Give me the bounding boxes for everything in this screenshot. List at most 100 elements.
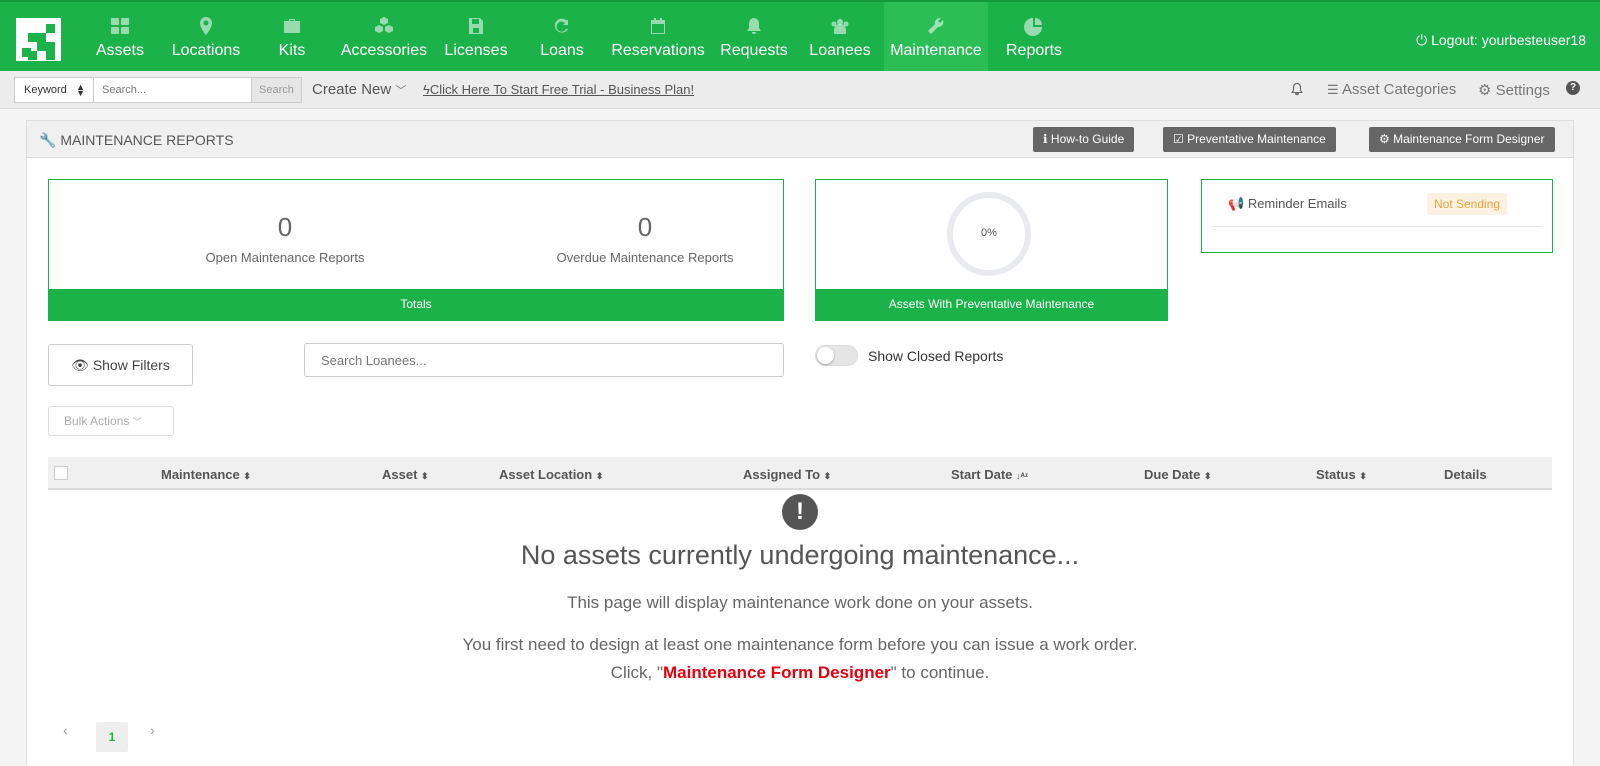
sort-alpha-icon: ↓ᴬᶻ [1016,471,1029,481]
show-filters-button[interactable]: 👁 Show Filters [48,344,193,386]
column-header-due-date[interactable]: Due Date ⬍ [1144,467,1212,482]
column-header-start-date[interactable]: Start Date ↓ᴬᶻ [951,467,1028,482]
gears-icon: ⚙ [1478,82,1492,99]
page-title: 🔧 MAINTENANCE REPORTS [39,132,234,149]
column-label: Start Date [951,467,1013,482]
column-label: Maintenance [161,467,240,482]
bolt-icon: ϟ [423,82,430,97]
calendar-check-icon: ☑ [1173,132,1188,146]
open-count: 0 [277,212,293,242]
empty-state-title: No assets currently undergoing maintenan… [520,540,1080,570]
empty-state-line3: Click, "Maintenance Form Designer" to co… [0,663,1600,683]
overdue-label: Overdue Maintenance Reports [556,250,734,265]
show-closed-toggle[interactable] [815,345,858,366]
asset-categories-label: Asset Categories [1342,81,1457,98]
power-icon: ⏻ [1416,32,1432,48]
top-navbar: Assets Locations Kits Accessories Licens… [0,0,1600,71]
column-label: Asset [382,467,418,482]
nav-licenses[interactable]: Licenses [444,2,508,71]
search-type-select[interactable]: Keyword ▲ ▼ [14,77,94,103]
briefcase-icon [272,16,312,38]
settings-label: Settings [1495,82,1550,99]
line3-prefix: Click, " [610,663,663,682]
search-loanees-input[interactable] [304,343,784,377]
nav-reservations[interactable]: Reservations [610,2,706,71]
create-new-dropdown[interactable]: Create New ﹀ [312,81,406,98]
column-header-status[interactable]: Status ⬍ [1316,467,1367,482]
nav-label: Loans [540,42,584,59]
gear-icon: ⚙ [1379,132,1394,146]
chevron-down-icon: ﹀ [132,417,142,427]
preventative-maintenance-label: Preventative Maintenance [1187,132,1326,146]
nav-maintenance[interactable]: Maintenance [884,2,988,71]
maintenance-form-designer-button[interactable]: ⚙ Maintenance Form Designer [1369,127,1555,152]
preventative-percent: 0% [981,227,997,239]
select-all-checkbox[interactable] [54,466,68,480]
maintenance-form-designer-link[interactable]: Maintenance Form Designer [663,663,891,682]
eye-icon: 👁 [71,357,93,373]
nav-loans[interactable]: Loans [538,2,586,71]
search-input[interactable] [93,77,252,103]
sort-arrows-icon: ▲ ▼ [76,82,85,98]
asset-categories-link[interactable]: ☰ Asset Categories [1327,81,1456,98]
column-label: Asset Location [499,467,593,482]
free-trial-label: Click Here To Start Free Trial - Busines… [429,82,695,97]
column-header-details: Details [1444,467,1487,482]
page-title-label: MAINTENANCE REPORTS [60,132,234,148]
help-icon[interactable]: ? [1566,81,1580,95]
nav-label: Maintenance [890,42,982,59]
bullhorn-icon: 📢 [1228,196,1245,211]
column-label: Assigned To [743,467,821,482]
nav-assets[interactable]: Assets [92,2,148,71]
nav-accessories[interactable]: Accessories [340,2,428,71]
preventative-maintenance-button[interactable]: ☑ Preventative Maintenance [1163,127,1336,152]
settings-link[interactable]: ⚙ Settings [1478,81,1550,99]
column-header-asset-location[interactable]: Asset Location ⬍ [499,467,603,482]
nav-reports[interactable]: Reports [1004,2,1064,71]
next-page-icon[interactable]: › [150,722,155,738]
column-header-assigned-to[interactable]: Assigned To ⬍ [743,467,831,482]
page-number-current[interactable]: 1 [96,722,128,752]
bell-icon [718,16,790,38]
sort-icon: ⬍ [243,471,251,481]
notifications-bell-icon[interactable] [1290,81,1304,100]
logout-link[interactable]: ⏻ Logout: yourbesteuser18 [1416,32,1586,49]
sort-icon: ⬍ [595,471,604,481]
nav-locations[interactable]: Locations [168,2,244,71]
line3-suffix: " to continue. [890,663,990,682]
search-button[interactable]: Search [251,77,302,103]
calendar-icon [610,16,706,38]
app-logo[interactable] [16,18,61,61]
totals-footer: Totals [49,289,783,320]
nav-label: Assets [95,42,144,59]
wrench-icon: 🔧 [39,132,57,148]
nav-kits[interactable]: Kits [272,2,312,71]
column-label: Status [1316,467,1356,482]
create-new-label: Create New [312,81,392,98]
bulk-actions-dropdown[interactable]: Bulk Actions ﹀ [48,406,174,436]
empty-state-line2: You first need to design at least one ma… [462,635,1138,654]
how-to-guide-label: How-to Guide [1050,132,1125,146]
column-header-maintenance[interactable]: Maintenance ⬍ [161,467,251,482]
cubes-icon [340,16,428,38]
nav-label: Kits [278,42,306,59]
show-closed-label: Show Closed Reports [868,348,1004,364]
grid-icon [92,16,148,38]
sub-toolbar: Keyword ▲▼ Search Create New ﹀ ϟClick He… [0,71,1600,109]
server-icon: ☰ [1327,82,1339,97]
prev-page-icon[interactable]: ‹ [63,722,68,738]
nav-loanees[interactable]: Loanees [808,2,872,71]
nav-requests[interactable]: Requests [718,2,790,71]
free-trial-link[interactable]: ϟClick Here To Start Free Trial - Busine… [423,82,694,97]
nav-label: Requests [720,42,788,59]
how-to-guide-button[interactable]: ℹ How-to Guide [1033,127,1135,152]
nav-label: Locations [171,42,241,59]
toggle-knob [817,347,834,364]
save-icon [444,16,508,38]
wrench-icon [884,16,988,38]
nav-label: Reservations [611,42,705,59]
column-header-asset[interactable]: Asset ⬍ [382,467,429,482]
panel-header: 🔧 MAINTENANCE REPORTS ℹ How-to Guide ☑ P… [27,121,1573,158]
totals-card: 0 Open Maintenance Reports 0 Overdue Mai… [48,179,784,321]
sort-icon: ⬍ [1359,471,1367,481]
